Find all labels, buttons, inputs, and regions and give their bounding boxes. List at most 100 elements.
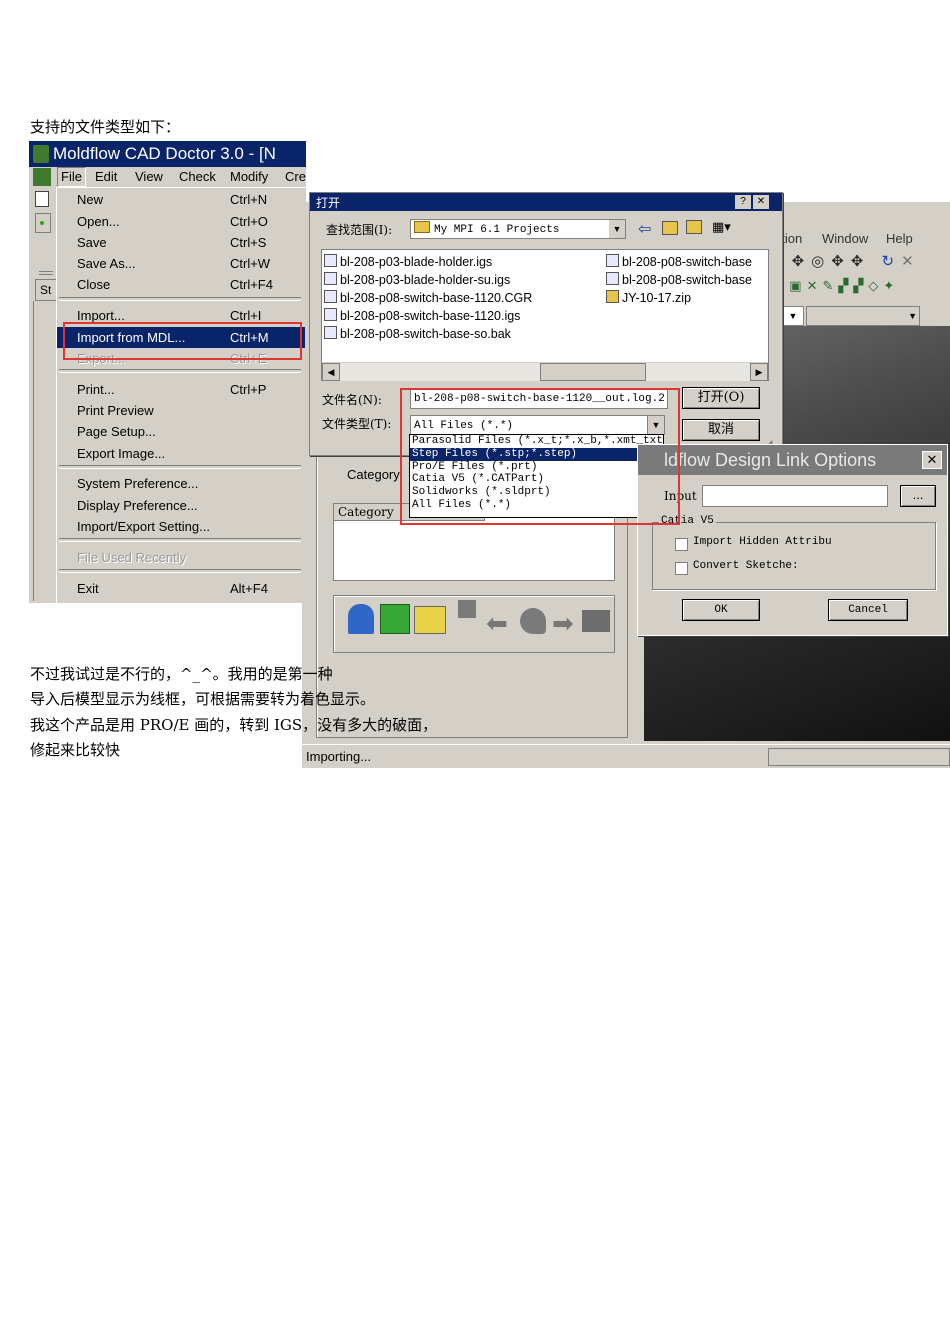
- status-bar: Importing...: [302, 744, 950, 768]
- map-icon[interactable]: [380, 604, 410, 634]
- file-icon: [606, 254, 619, 267]
- file-item[interactable]: bl-208-p08-switch-base: [606, 272, 752, 287]
- menu-item-shortcut: Alt+F4: [230, 581, 268, 596]
- menu-item-shortcut: Ctrl+S: [230, 235, 267, 250]
- file-menu-item-exit[interactable]: Exit Alt+F4: [57, 578, 305, 599]
- monitor-icon[interactable]: [582, 610, 610, 632]
- close-icon[interactable]: ✕: [901, 253, 921, 270]
- open-dialog-titlebar: 打开 ? ✕: [310, 193, 782, 211]
- dialog-cancel-button[interactable]: 取消: [682, 419, 760, 441]
- left-toolbar-strip: St: [29, 187, 61, 603]
- file-item[interactable]: bl-208-p03-blade-holder.igs: [324, 254, 492, 269]
- browse-button[interactable]: ...: [900, 485, 936, 507]
- new-folder-icon[interactable]: [686, 220, 702, 234]
- highlight-import-from-mdl: [63, 322, 302, 360]
- toolbar-row-2: ▣▣✕✎▞▞◇✦: [772, 278, 950, 302]
- grip-icon: [39, 271, 53, 275]
- toolbar-mesh-icons[interactable]: ▣▣✕✎▞▞◇✦: [772, 278, 899, 293]
- menu-item-label: Print Preview: [77, 403, 154, 418]
- menu-modify[interactable]: Modify: [230, 167, 268, 187]
- options-close-button[interactable]: ✕: [922, 451, 942, 469]
- side-panel-edge: [33, 301, 54, 601]
- file-menu-item-close[interactable]: Close Ctrl+F4: [57, 274, 305, 295]
- back-arrow-icon[interactable]: ⇦: [638, 219, 651, 239]
- zip-icon: [606, 290, 619, 303]
- ok-button[interactable]: OK: [682, 599, 760, 621]
- up-folder-icon[interactable]: [662, 221, 678, 235]
- rotate-icon[interactable]: ↻: [882, 253, 902, 270]
- user-icon[interactable]: [348, 604, 374, 634]
- stop-icon[interactable]: [458, 600, 476, 618]
- options-cancel-button[interactable]: Cancel: [828, 599, 908, 621]
- menu-item-label: Open...: [77, 214, 120, 229]
- file-item[interactable]: bl-208-p08-switch-base-1120.igs: [324, 308, 520, 323]
- body-line-4: 修起来比较快: [30, 741, 121, 759]
- swap-icon[interactable]: [414, 606, 446, 634]
- file-menu-item-system-preference[interactable]: System Preference...: [57, 473, 305, 494]
- toolbar-small-button[interactable]: [35, 213, 51, 233]
- menu-file[interactable]: File: [57, 167, 86, 187]
- menu-separator: [59, 465, 301, 469]
- wrench-icon[interactable]: [520, 608, 546, 634]
- horizontal-scrollbar[interactable]: ◀ ▶: [322, 362, 768, 381]
- combo-box-2[interactable]: ▼: [806, 306, 920, 326]
- cad-menubar: File Edit View Check Modify Cre: [29, 167, 306, 187]
- file-menu-item-print[interactable]: Print... Ctrl+P: [57, 379, 305, 400]
- folder-icon: [414, 221, 430, 233]
- document-heading: 支持的文件类型如下：: [30, 118, 181, 136]
- file-menu-item-display-preference[interactable]: Display Preference...: [57, 495, 305, 516]
- menu-item-help[interactable]: Help: [886, 231, 913, 246]
- menu-item-shortcut: Ctrl+N: [230, 192, 268, 207]
- toolbar-move-icons[interactable]: ✥✥◎✥✥: [772, 253, 870, 270]
- menu-edit[interactable]: Edit: [95, 167, 117, 187]
- tool-icon-panel: ⬅ ➡: [333, 595, 615, 653]
- file-menu-item-print-preview[interactable]: Print Preview: [57, 400, 305, 421]
- options-dialog-title: ldflow Design Link Options: [664, 450, 877, 470]
- dialog-help-button[interactable]: ?: [735, 195, 751, 209]
- menu-view[interactable]: View: [135, 167, 163, 187]
- input-field[interactable]: [702, 485, 888, 507]
- cad-window-titlebar: Moldflow CAD Doctor 3.0 - [N: [29, 141, 306, 167]
- look-in-select[interactable]: My MPI 6.1 Projects ▼: [410, 219, 626, 239]
- file-menu-item-page-setup[interactable]: Page Setup...: [57, 421, 305, 442]
- forward-icon[interactable]: ➡: [552, 610, 574, 636]
- file-item[interactable]: bl-208-p08-switch-base: [606, 254, 752, 269]
- file-icon: [324, 326, 337, 339]
- menu-item-label: System Preference...: [77, 476, 199, 491]
- file-menu-item-file-used-recently: File Used Recently: [57, 547, 305, 568]
- back-icon[interactable]: ⬅: [486, 610, 508, 636]
- file-menu-item-import-export-setting[interactable]: Import/Export Setting...: [57, 516, 305, 537]
- menu-create[interactable]: Cre: [285, 167, 306, 187]
- file-item[interactable]: bl-208-p08-switch-base-so.bak: [324, 326, 511, 341]
- new-doc-icon[interactable]: [35, 191, 49, 207]
- import-hidden-checkbox[interactable]: [675, 538, 688, 551]
- menu-check[interactable]: Check: [179, 167, 216, 187]
- menu-item-window[interactable]: Window: [822, 231, 868, 246]
- body-line-2: 导入后模型显示为线框，可根据需要转为着色显示。: [30, 690, 376, 708]
- status-text: Importing...: [306, 749, 372, 764]
- file-menu-item-open[interactable]: Open... Ctrl+O: [57, 211, 305, 232]
- view-menu-icon[interactable]: ▦▾: [712, 219, 731, 235]
- dialog-close-button[interactable]: ✕: [753, 195, 769, 209]
- file-item[interactable]: bl-208-p08-switch-base-1120.CGR: [324, 290, 532, 305]
- open-dialog-title: 打开: [316, 196, 341, 210]
- file-item[interactable]: JY-10-17.zip: [606, 290, 691, 305]
- category-column-header[interactable]: Category: [338, 505, 394, 519]
- convert-sketches-label: Convert Sketche:: [693, 560, 799, 572]
- menu-item-label: Save As...: [77, 256, 136, 271]
- file-menu-item-new[interactable]: New Ctrl+N: [57, 189, 305, 210]
- open-button[interactable]: 打开(O): [682, 387, 760, 409]
- file-menu-item-save-as[interactable]: Save As... Ctrl+W: [57, 253, 305, 274]
- app-menu-icon[interactable]: [33, 168, 51, 186]
- highlight-filetype-area: [400, 388, 680, 525]
- look-in-value: My MPI 6.1 Projects: [434, 224, 560, 236]
- menu-item-label: Display Preference...: [77, 498, 198, 513]
- file-list[interactable]: bl-208-p03-blade-holder.igs bl-208-p03-b…: [321, 249, 769, 381]
- convert-sketches-checkbox[interactable]: [675, 562, 688, 575]
- file-item[interactable]: bl-208-p03-blade-holder-su.igs: [324, 272, 510, 287]
- combo-box-1[interactable]: ▼: [782, 306, 804, 326]
- menu-separator: [59, 569, 301, 573]
- file-menu-item-save[interactable]: Save Ctrl+S: [57, 232, 305, 253]
- status-panel: [768, 748, 950, 766]
- file-menu-item-export-image[interactable]: Export Image...: [57, 443, 305, 464]
